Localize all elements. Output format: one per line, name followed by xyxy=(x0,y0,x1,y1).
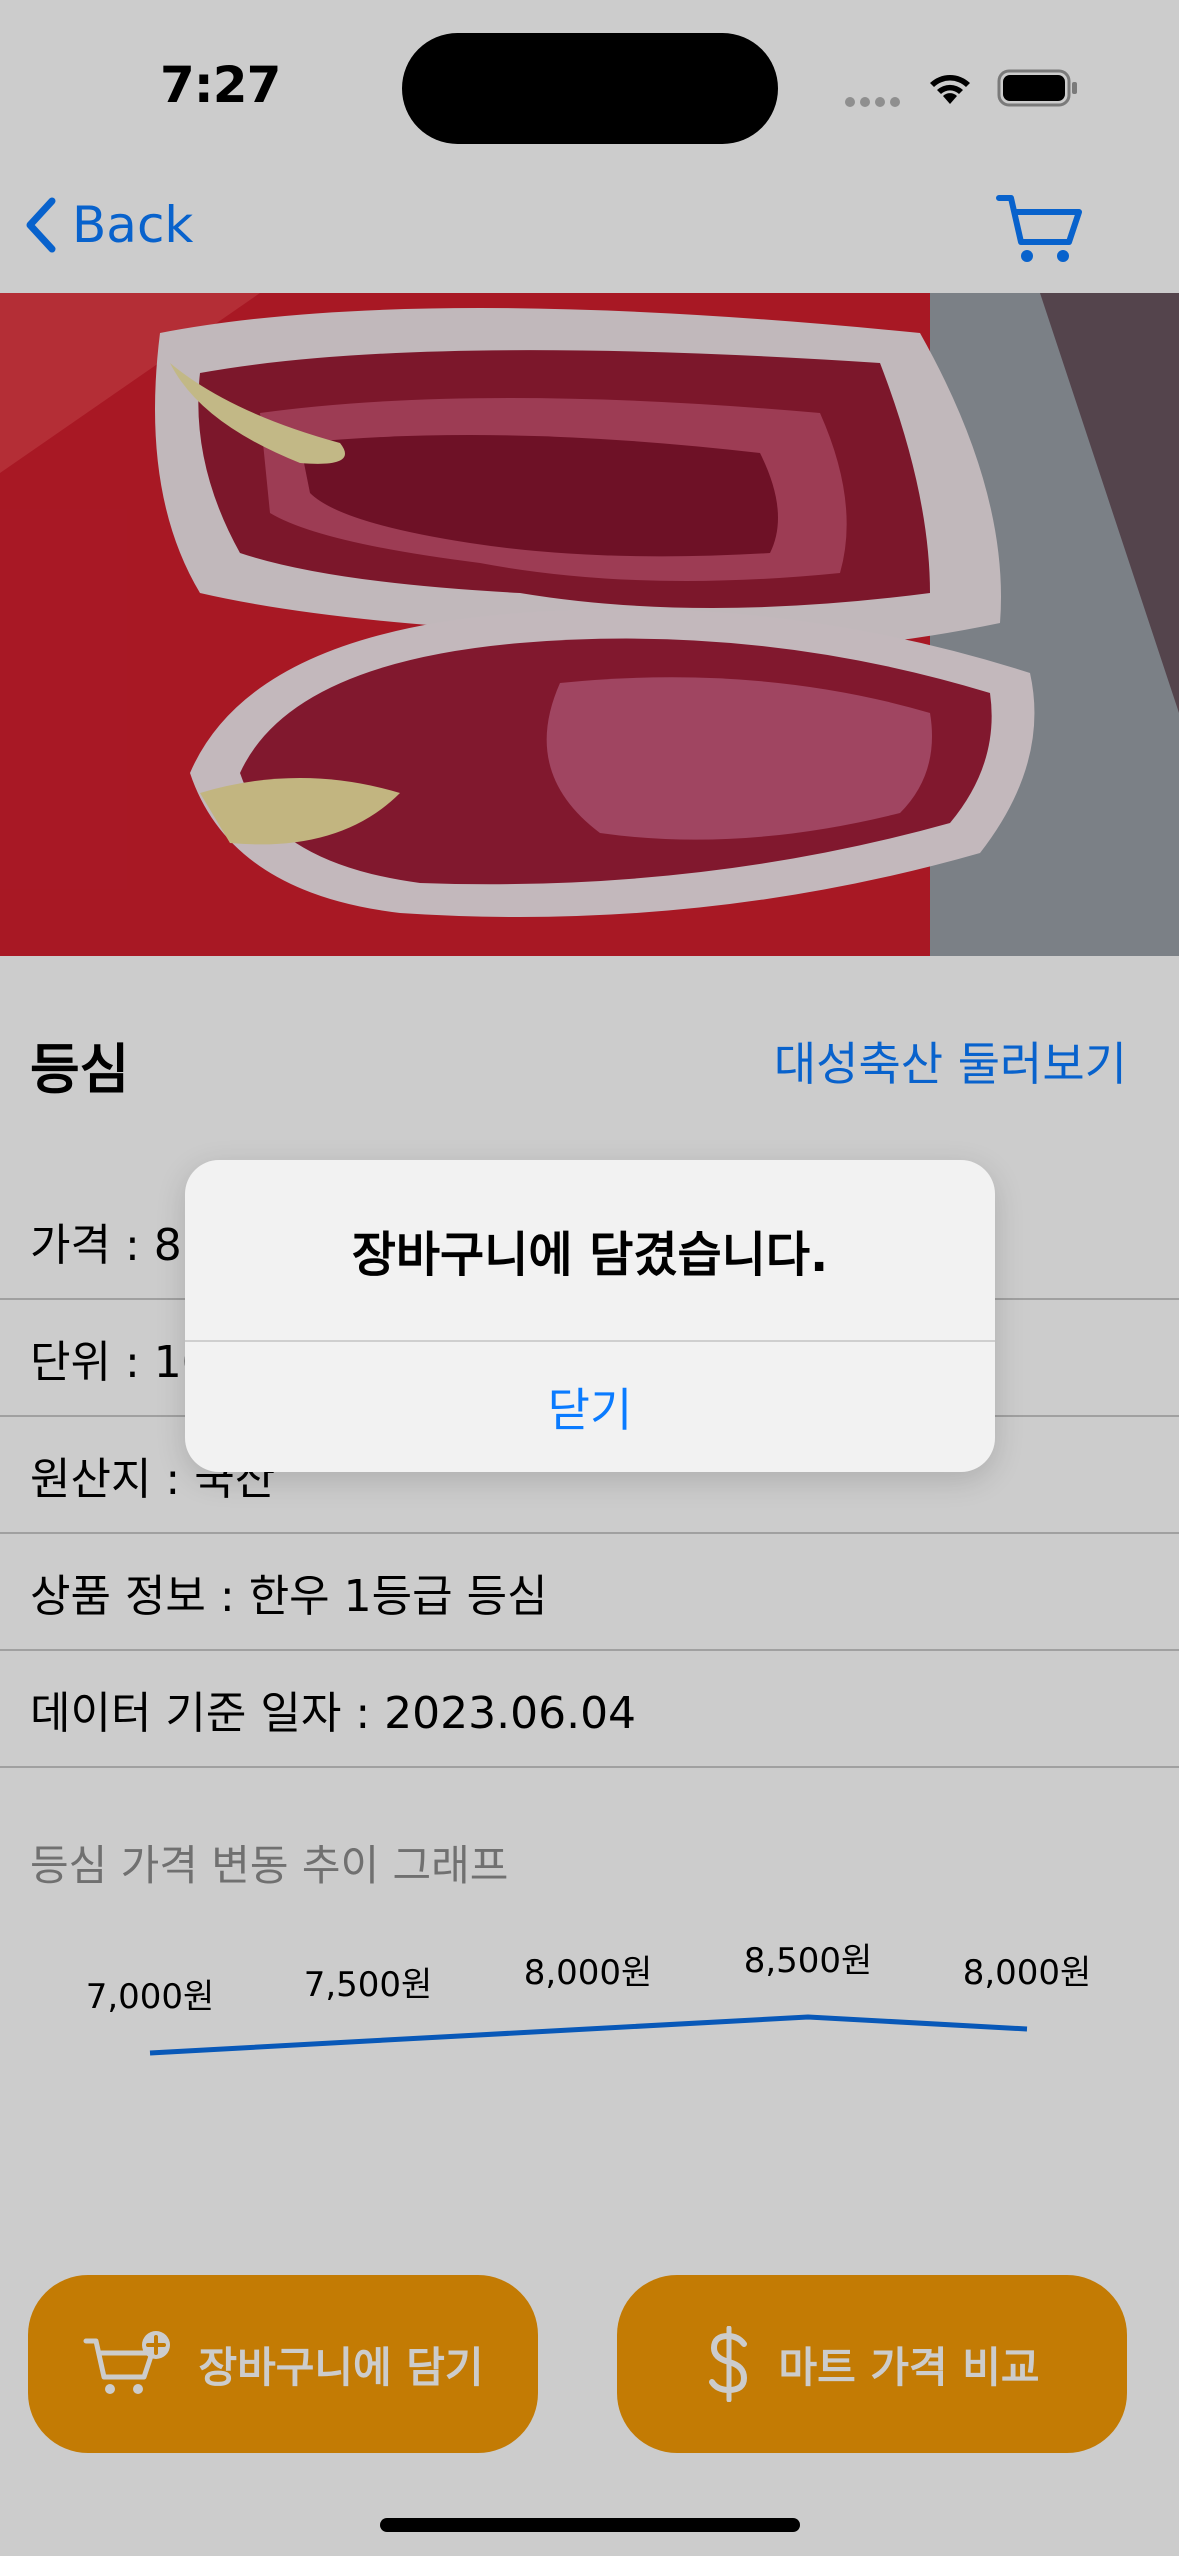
status-time: 7:27 xyxy=(160,56,281,114)
product-image xyxy=(0,293,1179,956)
alert-message: 장바구니에 담겼습니다. xyxy=(351,1227,829,1283)
x-tick-label: 06 / 01 xyxy=(748,2249,868,2250)
chevron-left-icon xyxy=(26,197,56,253)
compare-prices-button[interactable]: 마트 가격 비교 xyxy=(617,2275,1127,2453)
back-label: Back xyxy=(72,196,194,254)
compare-prices-label: 마트 가격 비교 xyxy=(778,2342,1040,2392)
home-indicator xyxy=(380,2518,800,2532)
data-label: 8,000원 xyxy=(524,1953,653,1993)
wifi-icon xyxy=(930,75,970,104)
product-info-row: 상품 정보 : 한우 1등급 등심 xyxy=(0,1534,1179,1651)
x-tick-label: 06 / 04 xyxy=(967,2249,1087,2250)
back-button[interactable]: Back xyxy=(22,190,193,260)
dynamic-island xyxy=(402,33,778,144)
price-trend-chart: 7,000원 05 / 10 7,500원 05 / 16 8,000원 05 / 23 8… xyxy=(86,1941,1092,2250)
product-info-text: 상품 정보 : 한우 1등급 등심 xyxy=(30,1570,548,1622)
graph-title: 등심 가격 변동 추이 그래프 xyxy=(30,1841,509,1890)
data-label: 7,500원 xyxy=(304,1965,433,2005)
add-to-cart-label: 장바구니에 담기 xyxy=(198,2342,484,2392)
unit-text: 단위 : 10 xyxy=(30,1336,210,1388)
price-series-line xyxy=(149,2014,1028,2056)
data-label: 7,000원 xyxy=(86,1977,215,2017)
cart-plus-icon xyxy=(83,2331,171,2394)
data-label: 8,000원 xyxy=(963,1953,1092,1993)
data-date-text: 데이터 기준 일자 : 2023.06.04 xyxy=(30,1687,637,1739)
x-tick-label: 05 / 16 xyxy=(308,2249,428,2250)
add-to-cart-button[interactable]: 장바구니에 담기 xyxy=(28,2275,538,2453)
x-tick-label: 05 / 10 xyxy=(90,2249,210,2250)
alert-close-button[interactable]: 닫기 xyxy=(185,1342,995,1472)
browse-store-link[interactable]: 대성축산 둘러보기 xyxy=(774,1028,1127,1094)
x-tick-label: 05 / 23 xyxy=(528,2249,648,2250)
data-date-row: 데이터 기준 일자 : 2023.06.04 xyxy=(0,1651,1179,1768)
price-text: 가격 : 8, xyxy=(30,1219,196,1271)
data-label: 8,500원 xyxy=(744,1941,873,1981)
cart-icon[interactable] xyxy=(995,190,1085,270)
product-title: 등심 xyxy=(30,1038,130,1101)
added-to-cart-alert: 장바구니에 담겼습니다. 닫기 xyxy=(185,1160,995,1472)
cellular-signal-icon xyxy=(845,92,905,111)
battery-icon xyxy=(997,69,1077,107)
dollar-icon xyxy=(709,2326,748,2402)
